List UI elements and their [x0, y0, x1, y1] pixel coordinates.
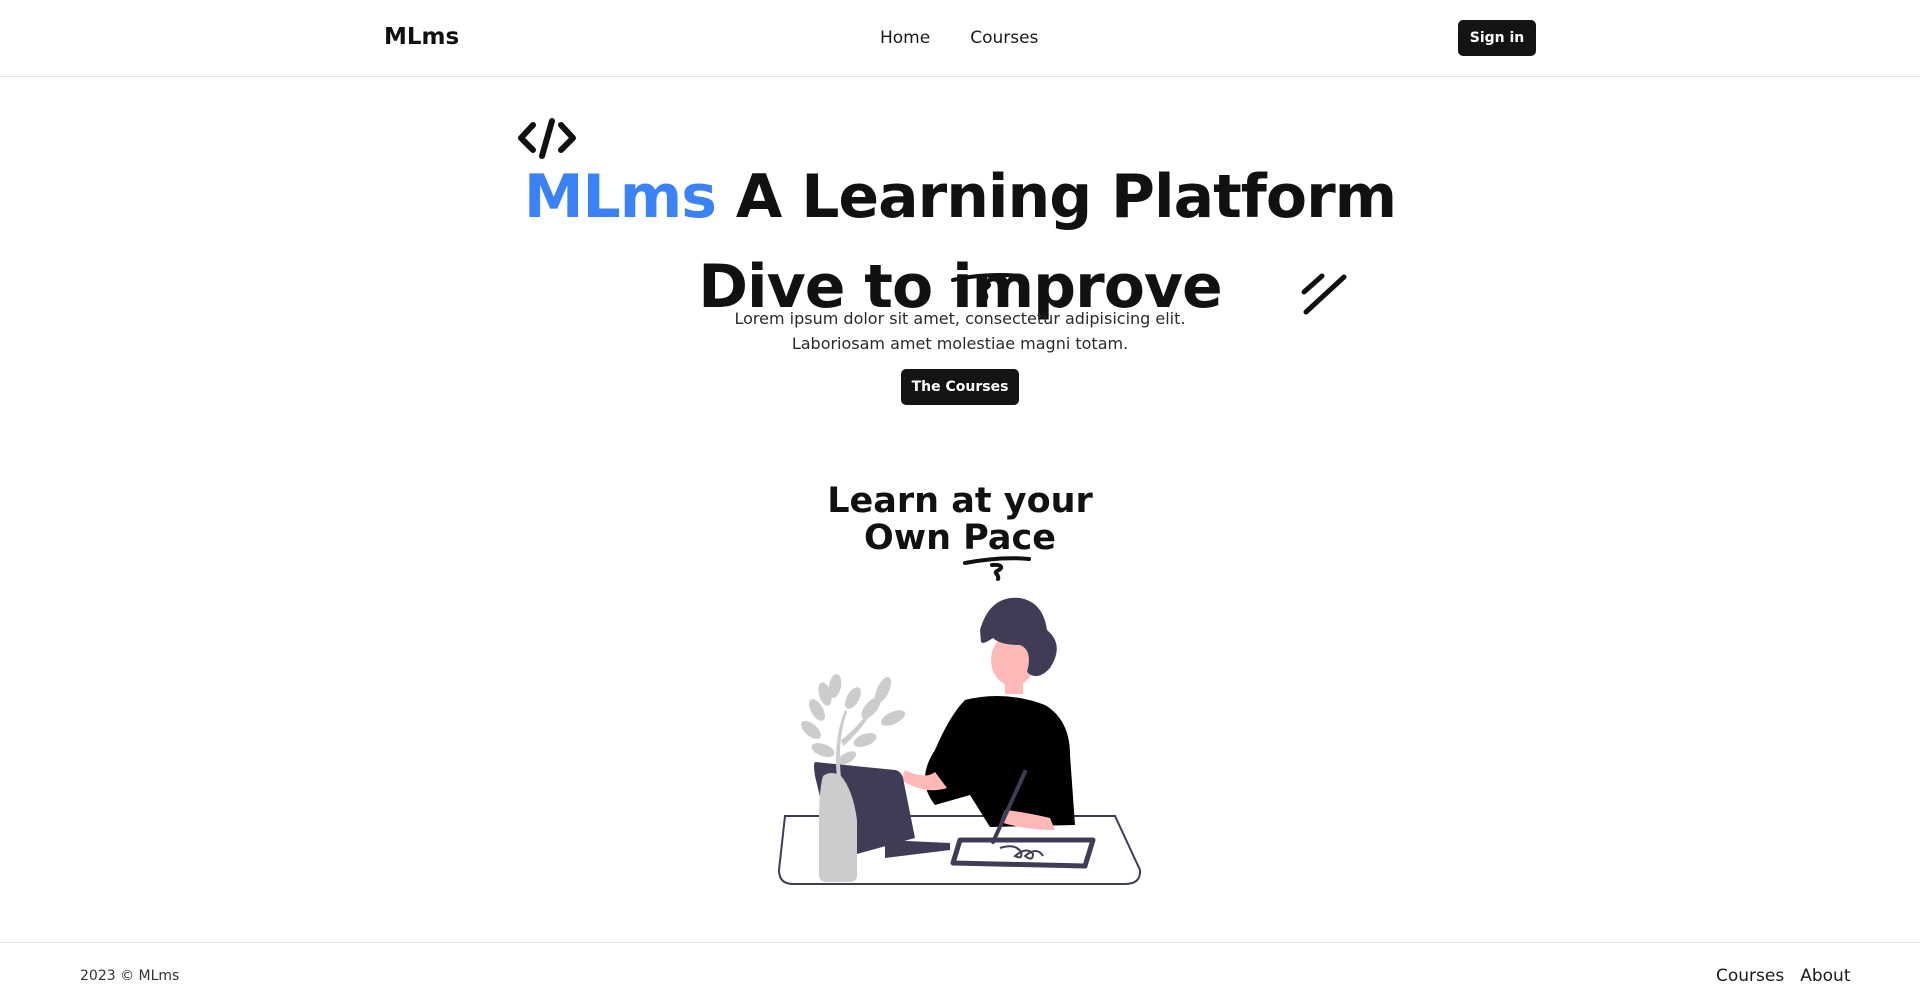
the-courses-button[interactable]: The Courses — [901, 369, 1019, 405]
footer-link-about[interactable]: About — [1800, 966, 1850, 986]
section-title: Learn at your Own Pace — [0, 483, 1920, 557]
brand-logo[interactable]: MLms — [384, 24, 459, 50]
hero-subtitle-line2: Laboriosam amet molestiae magni totam. — [791, 334, 1129, 353]
hero-title-rest: A Learning Platform — [735, 162, 1397, 232]
woman-at-desk-illustration — [777, 597, 1142, 885]
sign-in-button[interactable]: Sign in — [1458, 20, 1536, 56]
copyright-text: 2023 © MLms — [80, 968, 180, 984]
underline-scribble-icon-small — [963, 556, 1031, 581]
nav-link-home[interactable]: Home — [880, 28, 930, 48]
footer-link-courses[interactable]: Courses — [1716, 966, 1784, 986]
hero-subtitle-line1: Lorem ipsum dolor sit amet, consectetur … — [734, 309, 1186, 328]
main-nav: Home Courses — [880, 28, 1038, 48]
footer: 2023 © MLms Courses About — [0, 942, 1920, 1006]
hero-title-accent: MLms — [523, 162, 717, 232]
top-navbar: MLms Home Courses Sign in — [0, 0, 1920, 77]
hero-subtitle: Lorem ipsum dolor sit amet, consectetur … — [0, 306, 1920, 356]
section-title-line1: Learn at your — [827, 481, 1093, 521]
footer-nav: Courses About — [1716, 966, 1850, 986]
page: MLms Home Courses Sign in MLms A Learnin… — [0, 0, 1920, 1006]
underline-scribble-icon — [951, 273, 1022, 300]
nav-link-courses[interactable]: Courses — [970, 28, 1038, 48]
section-title-line2: Own Pace — [863, 518, 1056, 558]
hero-title-line1: MLms A Learning Platform — [0, 150, 1920, 244]
